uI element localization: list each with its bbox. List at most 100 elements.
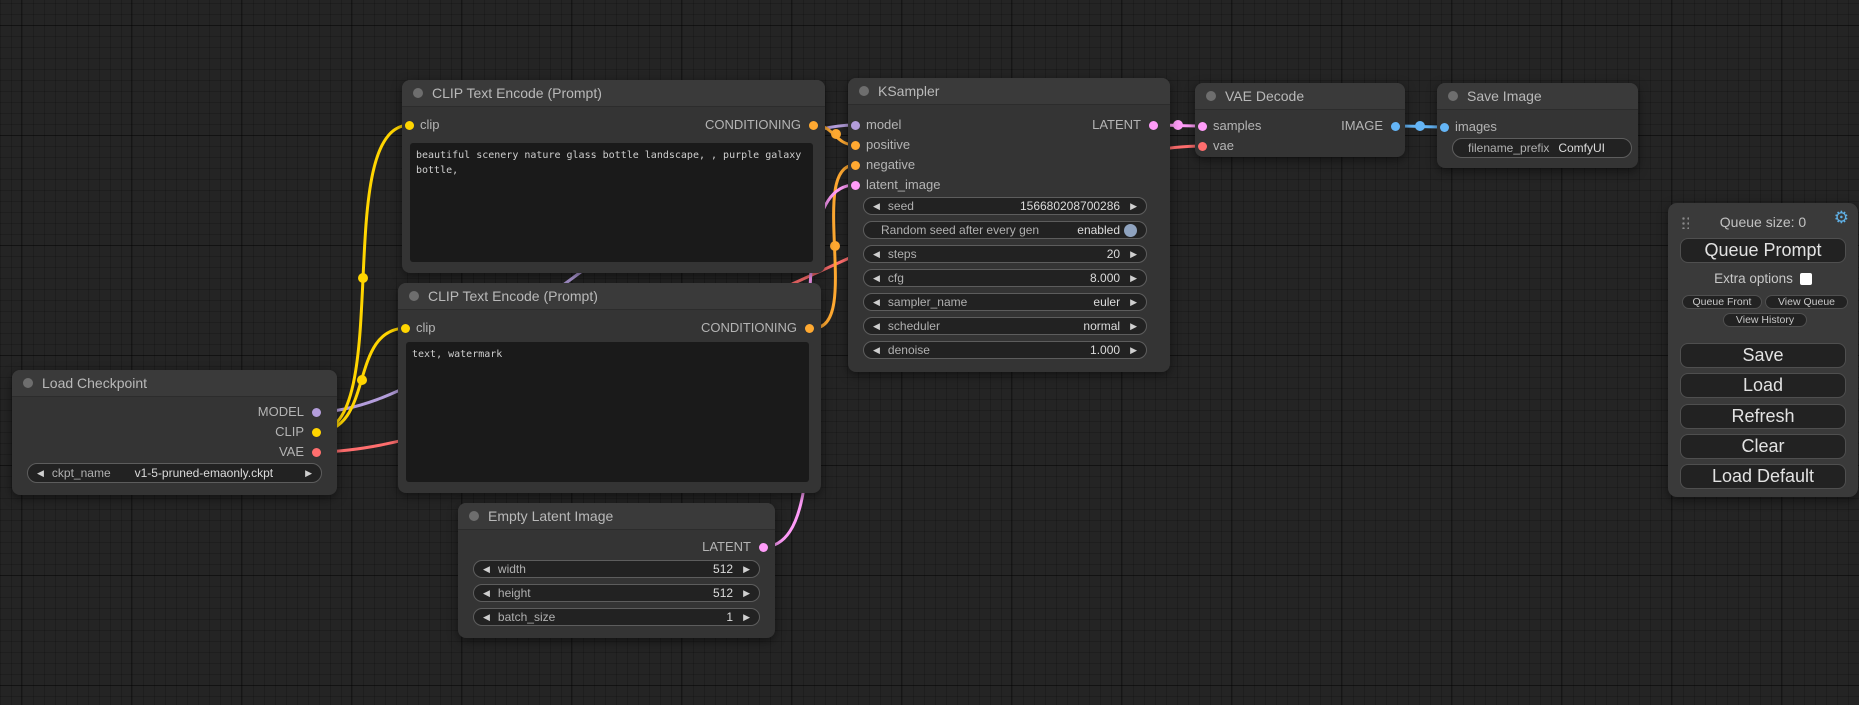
refresh-button[interactable]: Refresh xyxy=(1680,404,1846,429)
node-save-image[interactable]: Save Image images filename_prefix ComfyU… xyxy=(1437,83,1638,168)
prev-value-arrow-icon[interactable]: ◀ xyxy=(37,469,44,478)
scheduler-widget[interactable]: ◀ scheduler normal ▶ xyxy=(863,317,1147,335)
input-port-vae[interactable] xyxy=(1198,142,1207,151)
increment-arrow-icon[interactable]: ▶ xyxy=(1130,202,1137,211)
settings-gear-icon[interactable]: ⚙ xyxy=(1834,209,1849,226)
input-port-images[interactable] xyxy=(1440,123,1449,132)
queue-panel: Queue size: 0 ⚙ Queue Prompt Extra optio… xyxy=(1668,203,1858,497)
input-port-clip[interactable] xyxy=(405,121,414,130)
view-queue-button[interactable]: View Queue xyxy=(1765,295,1848,309)
decrement-arrow-icon[interactable]: ◀ xyxy=(873,202,880,211)
collapse-dot-icon[interactable] xyxy=(1448,91,1458,101)
output-port-latent[interactable] xyxy=(759,543,768,552)
batch-size-widget[interactable]: ◀ batch_size 1 ▶ xyxy=(473,608,760,626)
link-dot-clip-positive[interactable] xyxy=(358,273,368,283)
increment-arrow-icon[interactable]: ▶ xyxy=(743,565,750,574)
prompt-textarea[interactable]: beautiful scenery nature glass bottle la… xyxy=(410,143,813,262)
widget-value: v1-5-pruned-emaonly.ckpt xyxy=(111,466,297,480)
node-clip-text-encode-positive[interactable]: CLIP Text Encode (Prompt) clip CONDITION… xyxy=(402,80,825,273)
input-port-positive[interactable] xyxy=(851,141,860,150)
decrement-arrow-icon[interactable]: ◀ xyxy=(483,613,490,622)
next-value-arrow-icon[interactable]: ▶ xyxy=(305,469,312,478)
extra-options-label: Extra options xyxy=(1714,271,1793,286)
increment-arrow-icon[interactable]: ▶ xyxy=(743,613,750,622)
steps-widget[interactable]: ◀ steps 20 ▶ xyxy=(863,245,1147,263)
node-title-bar[interactable]: CLIP Text Encode (Prompt) xyxy=(402,80,825,107)
node-title-bar[interactable]: CLIP Text Encode (Prompt) xyxy=(398,283,821,310)
input-label-clip: clip xyxy=(420,117,440,132)
node-title-bar[interactable]: Save Image xyxy=(1437,83,1638,110)
output-port-model[interactable] xyxy=(312,408,321,417)
input-port-model[interactable] xyxy=(851,121,860,130)
height-widget[interactable]: ◀ height 512 ▶ xyxy=(473,584,760,602)
load-default-button[interactable]: Load Default xyxy=(1680,464,1846,489)
decrement-arrow-icon[interactable]: ◀ xyxy=(873,298,880,307)
input-port-latent-image[interactable] xyxy=(851,181,860,190)
output-port-conditioning[interactable] xyxy=(809,121,818,130)
collapse-dot-icon[interactable] xyxy=(413,88,423,98)
random-seed-toggle[interactable] xyxy=(1124,224,1137,237)
increment-arrow-icon[interactable]: ▶ xyxy=(1130,298,1137,307)
increment-arrow-icon[interactable]: ▶ xyxy=(743,589,750,598)
seed-widget[interactable]: ◀ seed 156680208700286 ▶ xyxy=(863,197,1147,215)
ckpt-name-widget[interactable]: ◀ ckpt_name v1-5-pruned-emaonly.ckpt ▶ xyxy=(27,463,322,483)
collapse-dot-icon[interactable] xyxy=(23,378,33,388)
extra-options-checkbox[interactable] xyxy=(1800,273,1812,285)
clear-button[interactable]: Clear xyxy=(1680,434,1846,459)
output-port-clip[interactable] xyxy=(312,428,321,437)
queue-size-label: Queue size: 0 xyxy=(1668,214,1858,230)
input-label-samples: samples xyxy=(1213,118,1261,133)
input-port-clip[interactable] xyxy=(401,324,410,333)
node-load-checkpoint[interactable]: Load Checkpoint MODEL CLIP VAE ◀ ckpt_na… xyxy=(12,370,337,495)
collapse-dot-icon[interactable] xyxy=(859,86,869,96)
node-title-bar[interactable]: KSampler xyxy=(848,78,1170,105)
queue-prompt-button[interactable]: Queue Prompt xyxy=(1680,238,1846,263)
view-history-button[interactable]: View History xyxy=(1723,313,1807,327)
decrement-arrow-icon[interactable]: ◀ xyxy=(483,565,490,574)
decrement-arrow-icon[interactable]: ◀ xyxy=(873,322,880,331)
node-vae-decode[interactable]: VAE Decode samples vae IMAGE xyxy=(1195,83,1405,157)
input-port-negative[interactable] xyxy=(851,161,860,170)
node-graph-canvas[interactable]: Load Checkpoint MODEL CLIP VAE ◀ ckpt_na… xyxy=(0,0,1859,705)
random-seed-widget[interactable]: Random seed after every gen enabled xyxy=(863,221,1147,239)
filename-prefix-widget[interactable]: filename_prefix ComfyUI xyxy=(1452,138,1632,158)
decrement-arrow-icon[interactable]: ◀ xyxy=(873,274,880,283)
cfg-widget[interactable]: ◀ cfg 8.000 ▶ xyxy=(863,269,1147,287)
node-title-bar[interactable]: Empty Latent Image xyxy=(458,503,775,530)
denoise-widget[interactable]: ◀ denoise 1.000 ▶ xyxy=(863,341,1147,359)
save-button[interactable]: Save xyxy=(1680,343,1846,368)
increment-arrow-icon[interactable]: ▶ xyxy=(1130,322,1137,331)
link-dot-latent-samples[interactable] xyxy=(1173,120,1183,130)
width-widget[interactable]: ◀ width 512 ▶ xyxy=(473,560,760,578)
input-label-negative: negative xyxy=(866,157,915,172)
sampler-name-widget[interactable]: ◀ sampler_name euler ▶ xyxy=(863,293,1147,311)
load-button[interactable]: Load xyxy=(1680,373,1846,398)
node-empty-latent-image[interactable]: Empty Latent Image LATENT ◀ width 512 ▶ … xyxy=(458,503,775,638)
decrement-arrow-icon[interactable]: ◀ xyxy=(873,250,880,259)
input-port-samples[interactable] xyxy=(1198,122,1207,131)
queue-front-button[interactable]: Queue Front xyxy=(1682,295,1762,309)
node-ksampler[interactable]: KSampler model positive negative latent_… xyxy=(848,78,1170,372)
link-dot-conditioning-negative[interactable] xyxy=(830,241,840,251)
output-port-latent[interactable] xyxy=(1149,121,1158,130)
output-port-vae[interactable] xyxy=(312,448,321,457)
collapse-dot-icon[interactable] xyxy=(409,291,419,301)
decrement-arrow-icon[interactable]: ◀ xyxy=(873,346,880,355)
node-clip-text-encode-negative[interactable]: CLIP Text Encode (Prompt) clip CONDITION… xyxy=(398,283,821,493)
increment-arrow-icon[interactable]: ▶ xyxy=(1130,346,1137,355)
prompt-textarea[interactable]: text, watermark xyxy=(406,342,809,482)
input-label-latent-image: latent_image xyxy=(866,177,940,192)
increment-arrow-icon[interactable]: ▶ xyxy=(1130,250,1137,259)
link-dot-image[interactable] xyxy=(1415,121,1425,131)
collapse-dot-icon[interactable] xyxy=(469,511,479,521)
decrement-arrow-icon[interactable]: ◀ xyxy=(483,589,490,598)
node-title-bar[interactable]: Load Checkpoint xyxy=(12,370,337,397)
link-dot-conditioning-positive[interactable] xyxy=(831,129,841,139)
collapse-dot-icon[interactable] xyxy=(1206,91,1216,101)
output-port-image[interactable] xyxy=(1391,122,1400,131)
link-dot-clip-negative[interactable] xyxy=(357,375,367,385)
input-label-vae: vae xyxy=(1213,138,1234,153)
increment-arrow-icon[interactable]: ▶ xyxy=(1130,274,1137,283)
output-port-conditioning[interactable] xyxy=(805,324,814,333)
node-title-bar[interactable]: VAE Decode xyxy=(1195,83,1405,110)
